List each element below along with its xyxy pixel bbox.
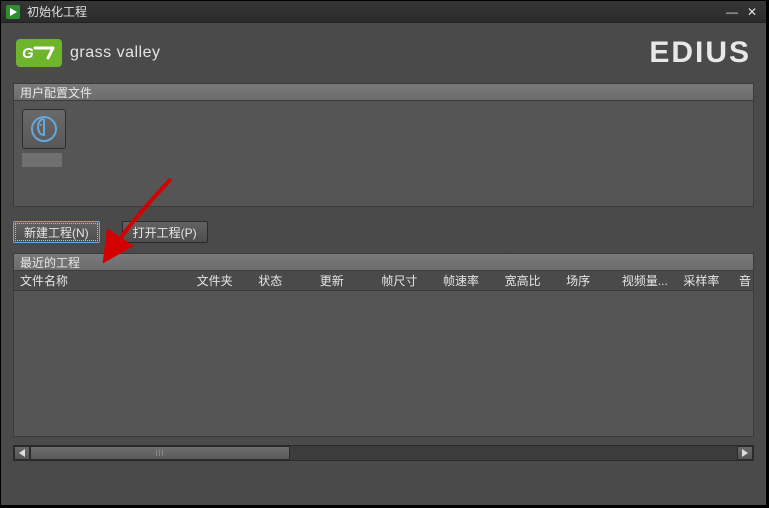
button-row: 新建工程(N) 打开工程(P): [13, 221, 754, 243]
profile-head-icon: [22, 109, 66, 149]
profiles-body: [13, 101, 754, 207]
titlebar: 初始化工程 — ✕: [1, 1, 766, 23]
col-sample[interactable]: 采样率: [677, 272, 733, 289]
col-framesize[interactable]: 帧尺寸: [375, 272, 437, 289]
recent-body: 文件名称 文件夹 状态 更新 帧尺寸 帧速率 宽高比 场序 视频量... 采样率…: [13, 271, 754, 437]
scroll-left-button[interactable]: [14, 446, 30, 460]
col-audio[interactable]: 音: [733, 272, 753, 289]
gv-logo-text: grass valley: [70, 44, 160, 62]
grass-valley-logo: G grass valley: [16, 39, 160, 67]
profiles-section: 用户配置文件: [13, 83, 754, 207]
col-update[interactable]: 更新: [314, 272, 376, 289]
scroll-thumb[interactable]: [30, 446, 290, 460]
horizontal-scrollbar[interactable]: [13, 445, 754, 461]
recent-column-headers: 文件名称 文件夹 状态 更新 帧尺寸 帧速率 宽高比 场序 视频量... 采样率…: [14, 271, 753, 291]
scroll-right-button[interactable]: [737, 446, 753, 460]
col-aspect[interactable]: 宽高比: [499, 272, 561, 289]
profile-label: [22, 153, 62, 167]
init-project-window: 初始化工程 — ✕ G grass valley EDIUS 用户配置文件: [0, 0, 767, 506]
app-icon: [5, 4, 21, 20]
profile-item[interactable]: [22, 109, 72, 167]
col-filename[interactable]: 文件名称: [14, 272, 191, 289]
recent-header: 最近的工程: [13, 253, 754, 271]
edius-logo-text: EDIUS: [649, 36, 751, 70]
recent-list-area: [14, 291, 753, 436]
close-button[interactable]: ✕: [742, 5, 762, 19]
gv-mark-icon: G: [16, 39, 62, 67]
minimize-button[interactable]: —: [722, 5, 742, 19]
col-framerate[interactable]: 帧速率: [437, 272, 499, 289]
col-status[interactable]: 状态: [252, 272, 314, 289]
brand-row: G grass valley EDIUS: [1, 23, 766, 83]
col-order[interactable]: 场序: [560, 272, 616, 289]
open-project-button[interactable]: 打开工程(P): [122, 221, 208, 243]
svg-text:G: G: [22, 45, 34, 62]
new-project-button[interactable]: 新建工程(N): [13, 221, 100, 243]
profiles-header: 用户配置文件: [13, 83, 754, 101]
col-quant[interactable]: 视频量...: [616, 272, 678, 289]
window-title: 初始化工程: [27, 3, 722, 20]
col-folder[interactable]: 文件夹: [191, 272, 253, 289]
scroll-track[interactable]: [30, 446, 737, 460]
recent-section: 最近的工程 文件名称 文件夹 状态 更新 帧尺寸 帧速率 宽高比 场序 视频量.…: [13, 253, 754, 437]
